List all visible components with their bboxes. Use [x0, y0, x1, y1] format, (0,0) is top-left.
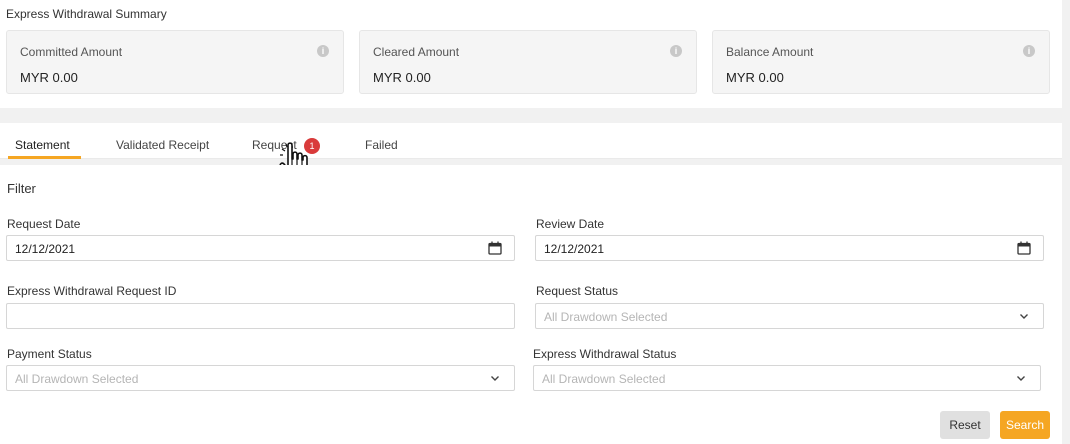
request-date-label: Request Date	[7, 217, 81, 231]
request-date-value: 12/12/2021	[15, 242, 76, 256]
cleared-amount-card: Cleared Amount i MYR 0.00	[359, 30, 697, 94]
summary-title: Express Withdrawal Summary	[6, 7, 167, 21]
chevron-down-icon	[491, 376, 499, 381]
calendar-icon[interactable]	[488, 241, 502, 255]
payment-status-select[interactable]: All Drawdown Selected	[6, 365, 515, 391]
payment-status-label: Payment Status	[7, 347, 92, 361]
search-button[interactable]: Search	[1000, 411, 1050, 439]
card-label: Cleared Amount	[373, 45, 460, 59]
request-date-input[interactable]: 12/12/2021	[6, 235, 515, 261]
chevron-down-icon	[1020, 314, 1028, 319]
tab-failed[interactable]: Failed	[365, 138, 398, 152]
info-icon[interactable]: i	[670, 45, 682, 57]
info-icon[interactable]: i	[1023, 45, 1035, 57]
tab-statement[interactable]: Statement	[15, 138, 70, 152]
card-value: MYR 0.00	[373, 70, 431, 85]
info-icon[interactable]: i	[317, 45, 329, 57]
tab-bar: Statement Validated Receipt Request Fail…	[0, 123, 1062, 159]
committed-amount-card: Committed Amount i MYR 0.00	[6, 30, 344, 94]
withdrawal-status-select[interactable]: All Drawdown Selected	[533, 365, 1041, 391]
active-tab-indicator	[8, 156, 81, 159]
request-id-input[interactable]	[6, 303, 515, 329]
withdrawal-status-label: Express Withdrawal Status	[533, 347, 677, 361]
request-status-label: Request Status	[536, 284, 619, 298]
request-id-label: Express Withdrawal Request ID	[7, 284, 177, 298]
withdrawal-status-placeholder: All Drawdown Selected	[542, 372, 666, 386]
review-date-input[interactable]: 12/12/2021	[535, 235, 1044, 261]
tab-validated-receipt[interactable]: Validated Receipt	[116, 138, 209, 152]
calendar-icon[interactable]	[1017, 241, 1031, 255]
card-label: Committed Amount	[20, 45, 123, 59]
request-status-placeholder: All Drawdown Selected	[544, 310, 668, 324]
withdrawal-summary-panel: Express Withdrawal Summary Committed Amo…	[0, 0, 1062, 108]
card-value: MYR 0.00	[20, 70, 78, 85]
review-date-label: Review Date	[536, 217, 605, 231]
balance-amount-card: Balance Amount i MYR 0.00	[712, 30, 1050, 94]
card-label: Balance Amount	[726, 45, 814, 59]
request-status-select[interactable]: All Drawdown Selected	[535, 303, 1044, 329]
filter-panel: Filter Request Date 12/12/2021 Review Da…	[0, 165, 1062, 444]
filter-title: Filter	[7, 181, 36, 196]
review-date-value: 12/12/2021	[544, 242, 605, 256]
reset-button[interactable]: Reset	[940, 411, 990, 439]
payment-status-placeholder: All Drawdown Selected	[15, 372, 139, 386]
chevron-down-icon	[1017, 376, 1025, 381]
card-value: MYR 0.00	[726, 70, 784, 85]
